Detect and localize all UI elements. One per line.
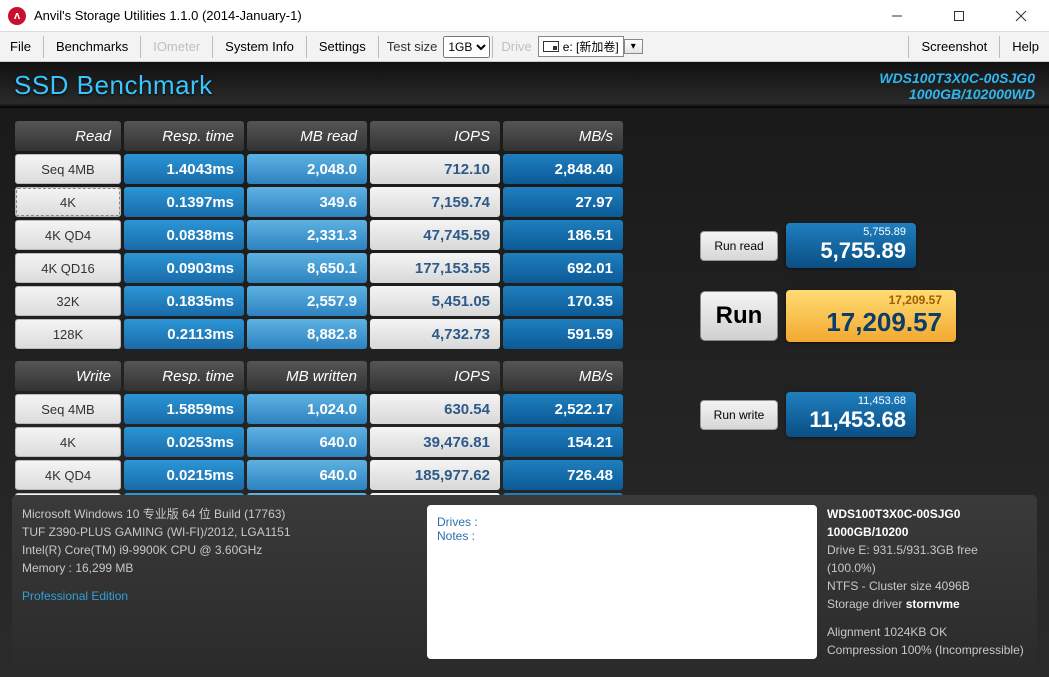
table-row: 4K QD40.0838ms2,331.347,745.59186.51 [15, 220, 623, 250]
menu-benchmarks[interactable]: Benchmarks [46, 34, 138, 59]
col-resptime: Resp. time [124, 121, 244, 151]
tables-area: Read Resp. time MB read IOPS MB/s Seq 4M… [12, 118, 626, 532]
drives-label: Drives : [437, 515, 807, 529]
run-read-button[interactable]: Run read [700, 231, 778, 261]
device-model: WDS100T3X0C-00SJG0 [879, 70, 1035, 86]
read-score: 5,755.89 5,755.89 [786, 223, 916, 268]
drive-select[interactable]: e: [新加卷] [538, 36, 624, 57]
maximize-button[interactable] [939, 2, 979, 30]
total-score: 17,209.57 17,209.57 [786, 290, 956, 342]
read-header: Read [15, 121, 121, 151]
write-score: 11,453.68 11,453.68 [786, 392, 916, 437]
edition-label: Professional Edition [22, 587, 417, 605]
device-header: WDS100T3X0C-00SJG0 1000GB/102000WD [879, 70, 1035, 102]
menu-help[interactable]: Help [1002, 34, 1049, 59]
col-mbread: MB read [247, 121, 367, 151]
minimize-button[interactable] [877, 2, 917, 30]
menu-settings[interactable]: Settings [309, 34, 376, 59]
menu-sysinfo[interactable]: System Info [215, 34, 304, 59]
col-mbs: MB/s [503, 361, 623, 391]
col-iops: IOPS [370, 361, 500, 391]
testsize-select[interactable]: 1GB [443, 36, 490, 58]
col-mbwritten: MB written [247, 361, 367, 391]
menu-screenshot[interactable]: Screenshot [911, 34, 997, 59]
toolbar: File Benchmarks IOmeter System Info Sett… [0, 32, 1049, 62]
main-area: Read Resp. time MB read IOPS MB/s Seq 4M… [0, 108, 1049, 677]
col-mbs: MB/s [503, 121, 623, 151]
notes-label: Notes : [437, 529, 807, 543]
table-row: 4K QD40.0215ms640.0185,977.62726.48 [15, 460, 623, 490]
title-bar: ᴧ Anvil's Storage Utilities 1.1.0 (2014-… [0, 0, 1049, 32]
device-capacity: 1000GB/102000WD [879, 86, 1035, 102]
window-controls [877, 2, 1041, 30]
run-button[interactable]: Run [700, 291, 778, 341]
table-row: 128K0.2113ms8,882.84,732.73591.59 [15, 319, 623, 349]
drive-dropdown-button[interactable]: ▾ [624, 39, 643, 54]
page-header: SSD Benchmark WDS100T3X0C-00SJG0 1000GB/… [0, 62, 1049, 108]
footer: Microsoft Windows 10 专业版 64 位 Build (177… [12, 495, 1037, 669]
score-panel: Run read 5,755.89 5,755.89 Run 17,209.57… [700, 208, 1030, 445]
table-row: 4K QD160.0903ms8,650.1177,153.55692.01 [15, 253, 623, 283]
run-write-button[interactable]: Run write [700, 400, 778, 430]
page-title: SSD Benchmark [14, 70, 213, 101]
window-title: Anvil's Storage Utilities 1.1.0 (2014-Ja… [34, 8, 877, 23]
close-button[interactable] [1001, 2, 1041, 30]
table-row: 32K0.1835ms2,557.95,451.05170.35 [15, 286, 623, 316]
notes-panel: Drives : Notes : [427, 505, 817, 659]
menu-iometer[interactable]: IOmeter [143, 34, 210, 59]
table-row: 4K0.0253ms640.039,476.81154.21 [15, 427, 623, 457]
table-row: Seq 4MB1.4043ms2,048.0712.102,848.40 [15, 154, 623, 184]
menu-file[interactable]: File [0, 34, 41, 59]
col-resptime: Resp. time [124, 361, 244, 391]
write-header: Write [15, 361, 121, 391]
app-icon: ᴧ [8, 7, 26, 25]
drive-icon [543, 41, 559, 52]
testsize-label: Test size [381, 34, 444, 59]
table-row: Seq 4MB1.5859ms1,024.0630.542,522.17 [15, 394, 623, 424]
system-info: Microsoft Windows 10 专业版 64 位 Build (177… [22, 505, 417, 659]
col-iops: IOPS [370, 121, 500, 151]
drive-info: WDS100T3X0C-00SJG0 1000GB/10200 Drive E:… [827, 505, 1027, 659]
drive-label: Drive [495, 34, 537, 59]
read-table: Read Resp. time MB read IOPS MB/s Seq 4M… [12, 118, 626, 352]
table-row: 4K0.1397ms349.67,159.7427.97 [15, 187, 623, 217]
